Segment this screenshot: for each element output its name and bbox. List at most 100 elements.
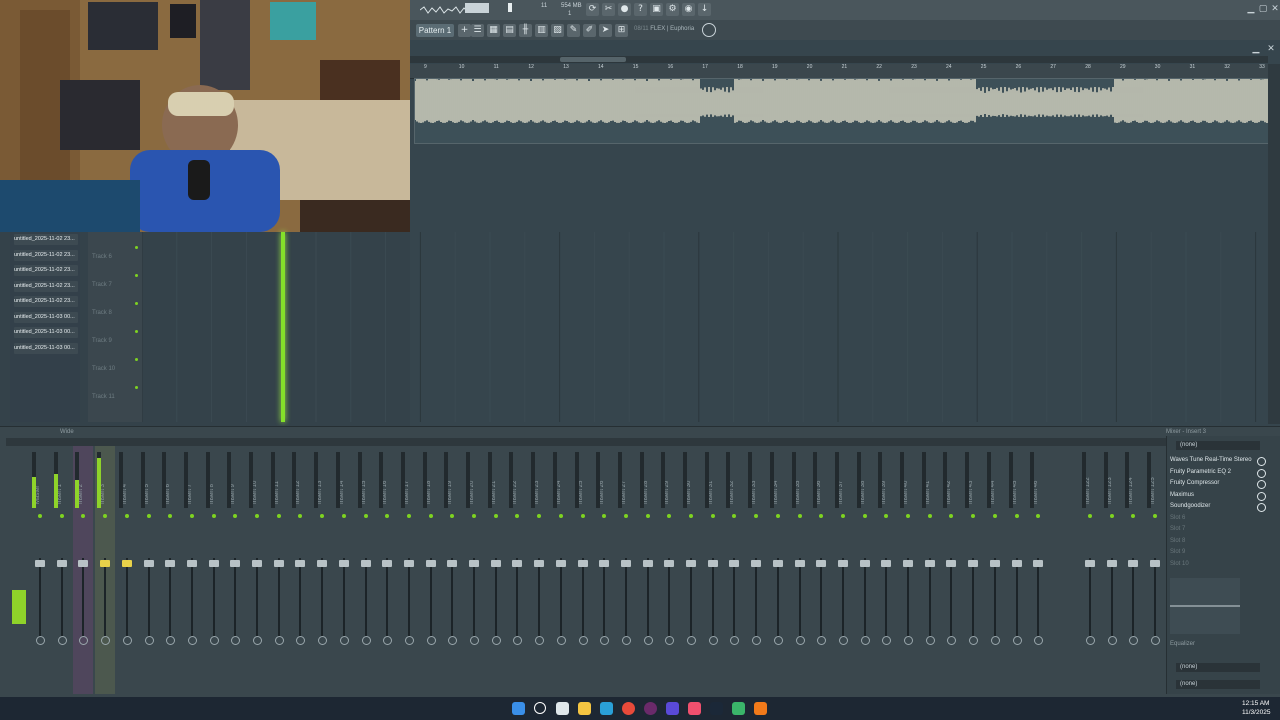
strip-enable-led[interactable] [385, 514, 390, 518]
strip-enable-led[interactable] [515, 514, 520, 518]
volume-fader[interactable] [664, 560, 675, 567]
volume-fader[interactable] [794, 560, 805, 567]
strip-enable-led[interactable] [189, 514, 194, 518]
playlist-vscroll[interactable] [1268, 64, 1280, 424]
browser-item[interactable]: untitled_2025-11-02 23... [14, 296, 78, 307]
track-mute-led[interactable] [135, 386, 138, 389]
pan-knob[interactable] [730, 636, 740, 645]
mixer-strip[interactable]: Insert 29 [659, 446, 679, 694]
mixer-strip[interactable]: Insert 30 [681, 446, 701, 694]
mixer-strip[interactable]: Insert 41 [920, 446, 940, 694]
pan-knob[interactable] [513, 636, 523, 645]
mixer-strip[interactable]: Insert 26 [594, 446, 614, 694]
volume-fader[interactable] [317, 560, 328, 567]
mixer-strip[interactable]: Insert 40 [898, 446, 918, 694]
volume-fader[interactable] [620, 560, 631, 567]
strip-enable-led[interactable] [406, 514, 411, 518]
strip-enable-led[interactable] [667, 514, 672, 518]
mixer-strip[interactable]: Insert 3 [95, 446, 116, 694]
close-icon[interactable]: ✕ [1270, 4, 1280, 14]
strip-enable-led[interactable] [472, 514, 476, 518]
volume-fader[interactable] [859, 560, 870, 567]
track-label[interactable]: Track 7 [92, 282, 112, 288]
strip-enable-led[interactable] [884, 514, 889, 518]
pan-knob[interactable] [708, 636, 718, 645]
volume-fader[interactable] [816, 560, 827, 567]
volume-fader[interactable] [208, 560, 219, 567]
save-icon[interactable]: ▣ [650, 3, 663, 16]
mixer-strip[interactable]: Insert 46 [1028, 446, 1048, 694]
strip-enable-led[interactable] [710, 514, 715, 518]
mixer-strip[interactable]: Insert 36 [811, 446, 831, 694]
task-view-icon[interactable] [556, 702, 569, 715]
mixer-strip[interactable]: Insert 17 [399, 446, 419, 694]
volume-fader[interactable] [165, 560, 176, 567]
volume-fader[interactable] [338, 560, 349, 567]
mixer-strip[interactable]: Insert 11 [269, 446, 289, 694]
mixer-strip[interactable]: Insert 20 [464, 446, 484, 694]
strip-enable-led[interactable] [775, 514, 780, 518]
strip-enable-led[interactable] [341, 514, 346, 518]
strip-enable-led[interactable] [233, 514, 238, 518]
pan-knob[interactable] [122, 636, 132, 645]
fl-studio-icon[interactable] [754, 702, 767, 715]
volume-fader[interactable] [35, 560, 45, 567]
cut-icon[interactable]: ✂ [602, 3, 615, 16]
volume-fader[interactable] [143, 560, 154, 567]
fx-slot[interactable]: Slot 9 [1170, 547, 1254, 558]
pan-knob[interactable] [426, 636, 436, 645]
pan-knob[interactable] [990, 636, 1000, 645]
mixer-strip[interactable]: Insert 122 [1080, 446, 1100, 694]
volume-fader[interactable] [1011, 560, 1022, 567]
pan-knob[interactable] [36, 636, 45, 645]
steam-icon[interactable] [710, 702, 723, 715]
mixer-strip[interactable]: Insert 25 [573, 446, 593, 694]
fx-mix-knob[interactable] [1257, 468, 1266, 478]
volume-fader[interactable] [1085, 560, 1095, 567]
track-mute-led[interactable] [135, 330, 138, 333]
mixer-strip[interactable]: Insert 31 [703, 446, 723, 694]
strip-enable-led[interactable] [1088, 514, 1092, 518]
pan-knob[interactable] [274, 636, 284, 645]
pan-knob[interactable] [947, 636, 957, 645]
strip-enable-led[interactable] [819, 514, 824, 518]
app-green-icon[interactable] [732, 702, 745, 715]
chat-icon[interactable]: ◉ [682, 3, 695, 16]
mixer-strip[interactable]: Insert 124 [1123, 446, 1143, 694]
pan-knob[interactable] [795, 636, 805, 645]
pan-knob[interactable] [752, 636, 762, 645]
pan-knob[interactable] [773, 636, 783, 645]
strip-enable-led[interactable] [1131, 514, 1136, 518]
pan-knob[interactable] [535, 636, 545, 645]
mixer-strip[interactable]: Insert 38 [855, 446, 875, 694]
pan-knob[interactable] [383, 636, 393, 645]
mixer-strip[interactable]: Insert 33 [746, 446, 766, 694]
mixer-strip[interactable]: Insert 21 [486, 446, 506, 694]
timeline-ruler[interactable]: 9 10 11 12 13 14 15 16 17 18 19 20 21 22 23 24 25 26 27 28 2… [410, 64, 1268, 79]
mixer-strip[interactable]: Insert 15 [356, 446, 376, 694]
strip-enable-led[interactable] [81, 514, 86, 518]
volume-fader[interactable] [534, 560, 545, 567]
pan-knob[interactable] [600, 636, 610, 645]
clock-time[interactable]: 12:15 AM [1242, 700, 1269, 707]
pan-knob[interactable] [556, 636, 566, 645]
mixer-strip[interactable]: Insert 43 [963, 446, 983, 694]
volume-fader[interactable] [273, 560, 284, 567]
volume-fader[interactable] [295, 560, 306, 567]
volume-fader[interactable] [382, 560, 393, 567]
track-label[interactable]: Track 11 [92, 394, 115, 400]
pan-knob[interactable] [904, 636, 913, 645]
fx-mix-knob[interactable] [1257, 503, 1266, 512]
pan-knob[interactable] [318, 636, 328, 645]
strip-enable-led[interactable] [602, 514, 607, 518]
strip-enable-led[interactable] [580, 514, 585, 518]
fx-mix-knob[interactable] [1257, 491, 1266, 501]
track-label[interactable]: Track 8 [92, 310, 112, 316]
pan-knob[interactable] [231, 636, 241, 645]
volume-fader[interactable] [881, 560, 892, 567]
strip-enable-led[interactable] [276, 514, 281, 518]
mixer-strip[interactable]: Insert 42 [941, 446, 961, 694]
discord-icon[interactable] [666, 702, 679, 715]
track-label[interactable]: Track 10 [92, 366, 115, 372]
fx-slot[interactable]: Waves Tune Real-Time Stereo [1170, 455, 1254, 466]
